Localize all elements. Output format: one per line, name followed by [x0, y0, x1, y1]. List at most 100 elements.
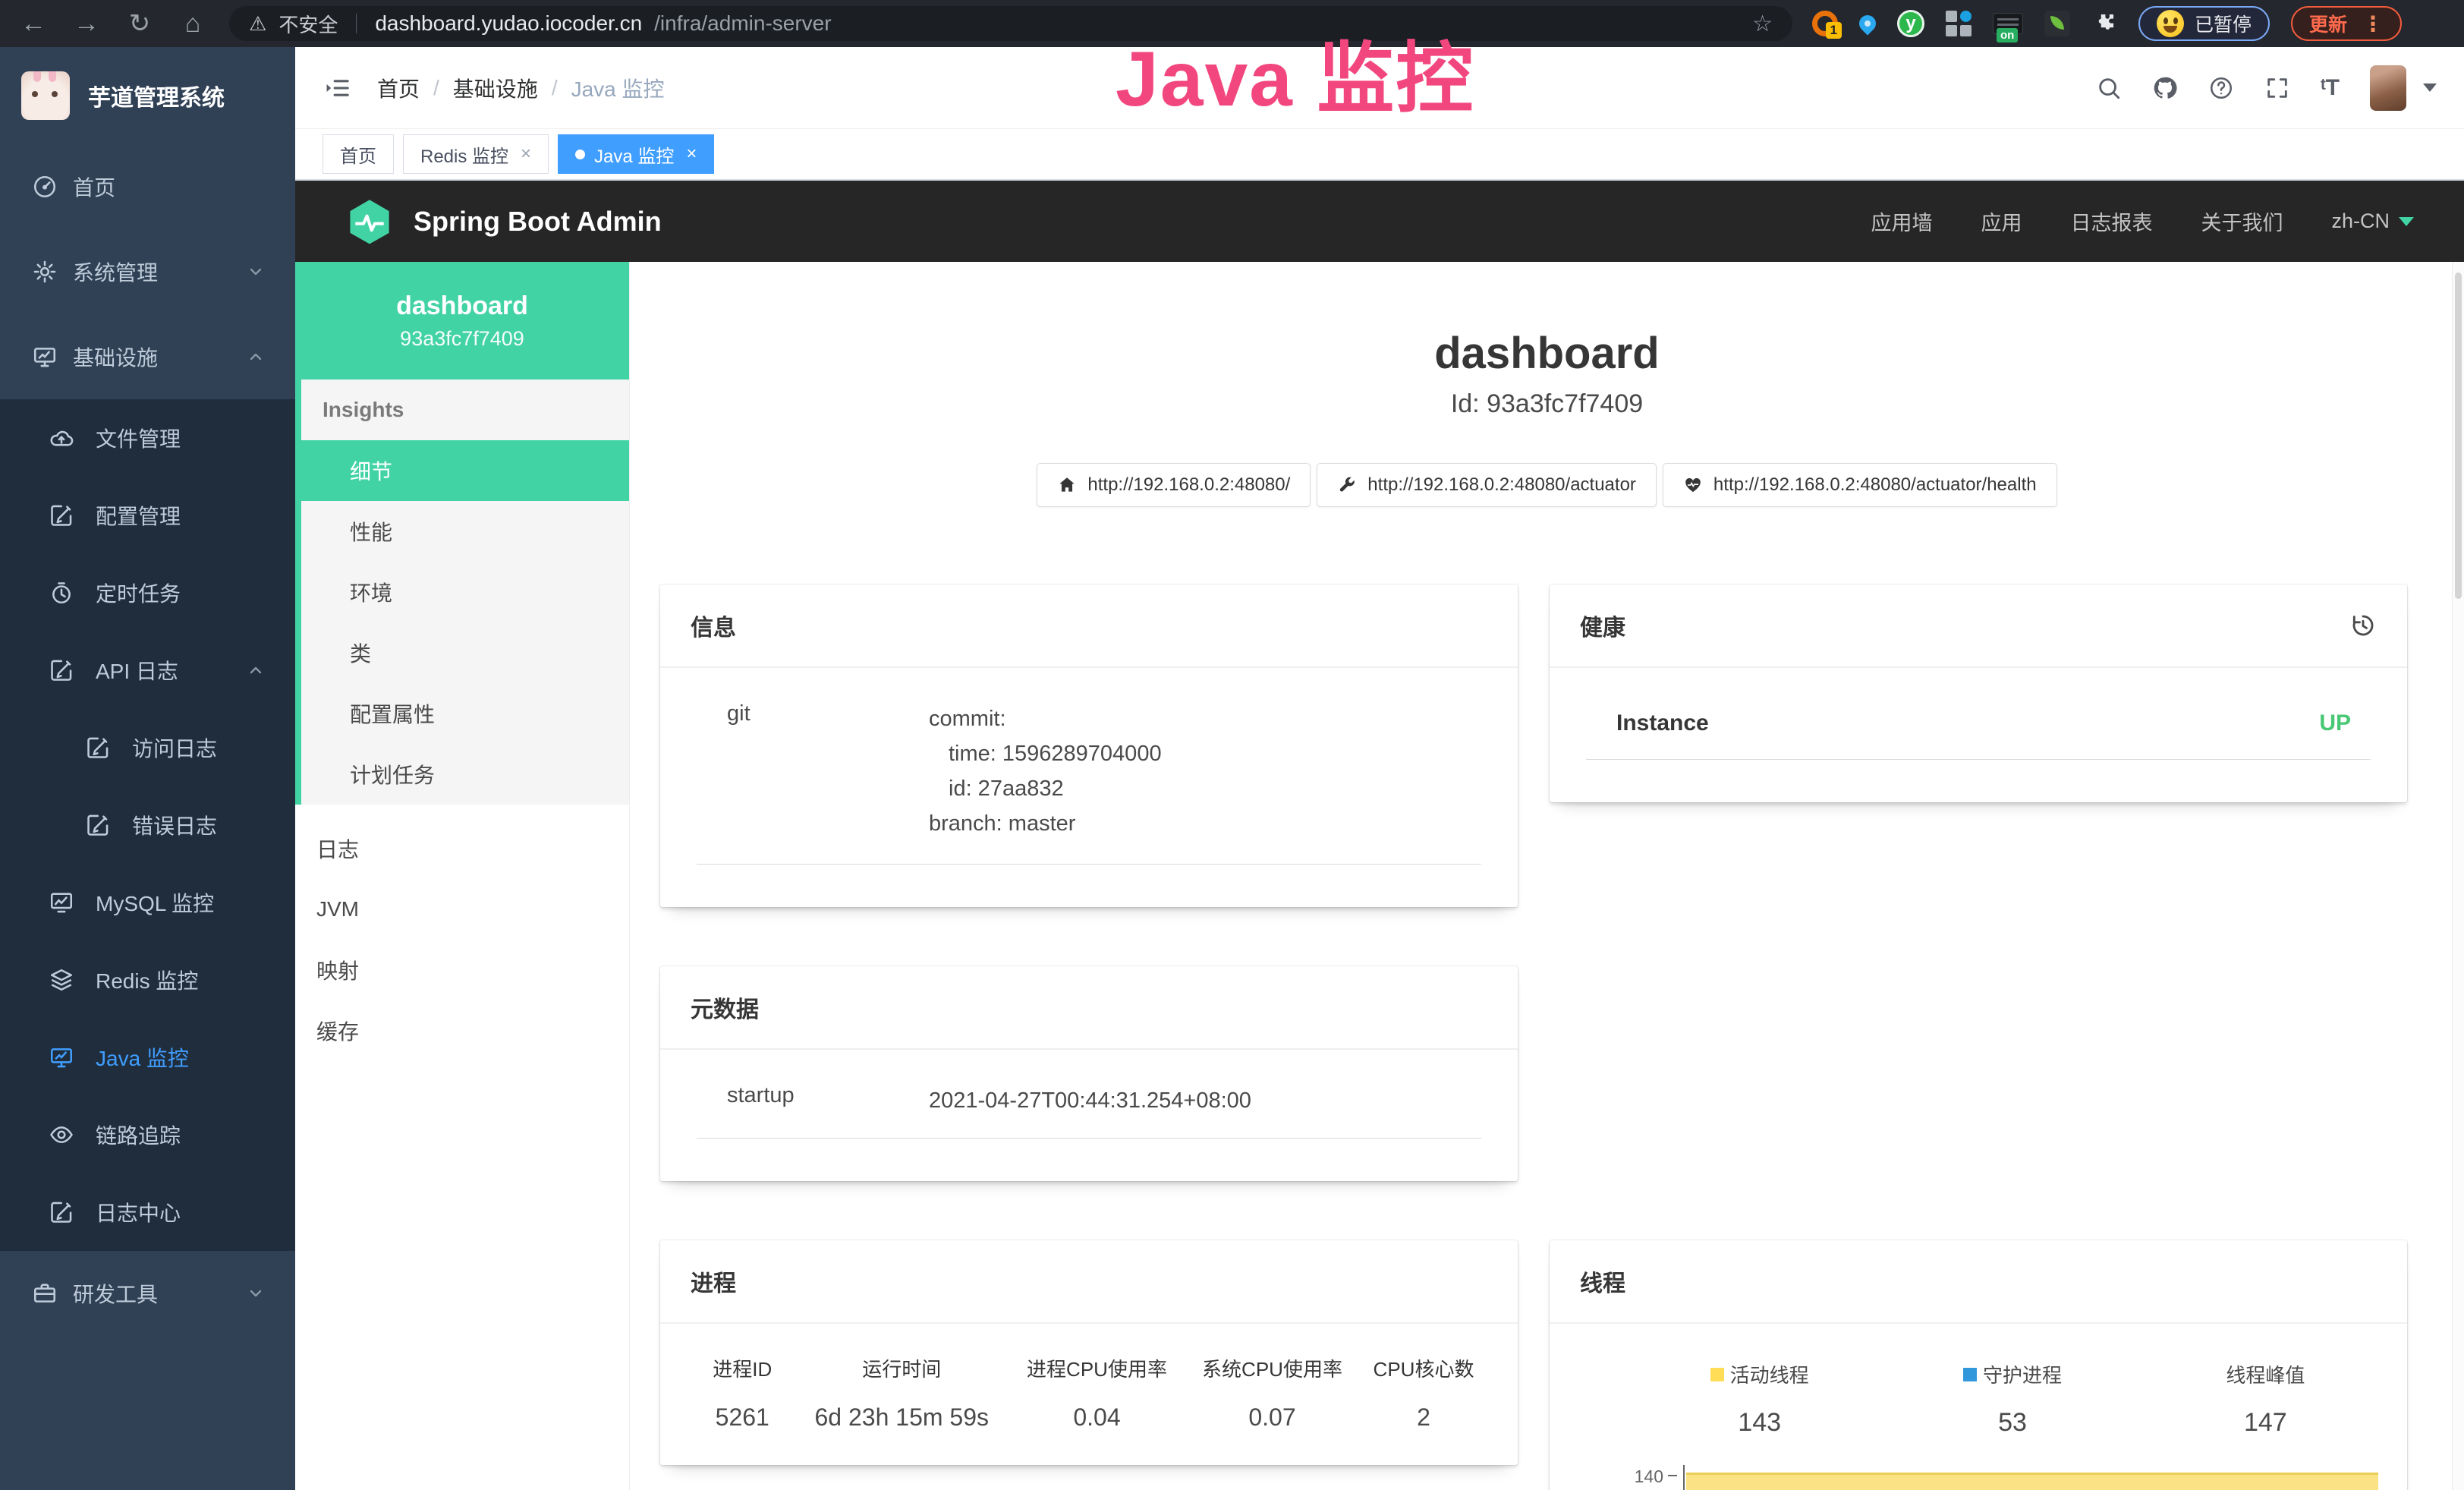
edit-icon [49, 502, 74, 528]
sba-instance-name: dashboard [396, 291, 528, 321]
legend-peak-value: 147 [2139, 1408, 2392, 1438]
hamburger-icon[interactable] [323, 75, 351, 101]
breadcrumb-home[interactable]: 首页 [377, 73, 420, 103]
tab-redis-monitor[interactable]: Redis 监控 × [403, 134, 549, 174]
address-bar[interactable]: ⚠ 不安全 dashboard.yudao.iocoder.cn /infra/… [229, 6, 1792, 41]
sidebar-item-config-mgmt[interactable]: 配置管理 [0, 477, 295, 554]
sba-nav-applications[interactable]: 应用 [1981, 206, 2022, 236]
sba-nav-journal[interactable]: 日志报表 [2070, 206, 2152, 236]
browser-home-icon[interactable]: ⌂ [176, 11, 209, 36]
sba-nav-about[interactable]: 关于我们 [2201, 206, 2283, 236]
extension-sprout-icon[interactable] [2044, 11, 2070, 36]
caret-down-icon[interactable] [2423, 83, 2437, 92]
sba-nav-wallboard[interactable]: 应用墙 [1871, 206, 1932, 236]
sba-item-logs[interactable]: 日志 [295, 818, 629, 879]
sba-content: dashboard Id: 93a3fc7f7409 http://192.16… [630, 262, 2464, 1490]
sidebar-item-tracing[interactable]: 链路追踪 [0, 1096, 295, 1173]
chevron-up-icon [247, 348, 265, 366]
sidebar-item-log-center[interactable]: 日志中心 [0, 1173, 295, 1251]
sidebar-item-java-monitor[interactable]: Java 监控 [0, 1019, 295, 1096]
instance-id-line: Id: 93a3fc7f7409 [630, 389, 2464, 419]
tab-java-monitor[interactable]: Java 监控 × [558, 134, 714, 174]
sidebar-item-home[interactable]: 首页 [0, 144, 295, 229]
close-icon[interactable]: × [686, 143, 697, 165]
bookmark-star-icon[interactable]: ☆ [1752, 11, 1773, 37]
profile-paused-chip[interactable]: 已暂停 [2138, 6, 2270, 41]
extensions-puzzle-icon[interactable] [2091, 11, 2117, 36]
sidebar-item-error-logs[interactable]: 错误日志 [0, 786, 295, 864]
sba-sidebar: dashboard 93a3fc7f7409 Insights 细节 性能 环境… [295, 262, 630, 1490]
sidebar-item-mysql-monitor[interactable]: MySQL 监控 [0, 864, 295, 941]
sba-item-mappings[interactable]: 映射 [295, 940, 629, 1000]
extension-grid-icon[interactable] [1946, 11, 1972, 36]
health-url-button[interactable]: http://192.168.0.2:48080/actuator/health [1663, 463, 2057, 507]
font-size-icon[interactable]: ᵗT [2321, 75, 2340, 101]
scrollbar[interactable] [2452, 262, 2464, 1490]
browser-back-icon[interactable]: ← [17, 11, 50, 36]
browser-update-button[interactable]: 更新 ⋮ [2291, 6, 2402, 41]
sba-item-classes[interactable]: 类 [301, 622, 629, 683]
fullscreen-icon[interactable] [2264, 75, 2290, 101]
tab-bar: 首页 Redis 监控 × Java 监控 × [295, 129, 2464, 181]
service-url-button[interactable]: http://192.168.0.2:48080/ [1037, 463, 1311, 507]
sba-item-details[interactable]: 细节 [301, 440, 629, 501]
sidebar-item-dev-tools[interactable]: 研发工具 [0, 1251, 295, 1336]
scrollbar-thumb[interactable] [2455, 272, 2462, 599]
layers-icon [49, 967, 74, 993]
sidebar-item-system-mgmt[interactable]: 系统管理 [0, 229, 295, 314]
browser-reload-icon[interactable]: ↻ [123, 11, 156, 36]
sba-item-scheduled-tasks[interactable]: 计划任务 [301, 744, 629, 805]
security-label: 不安全 [278, 10, 338, 38]
log-icon [85, 812, 111, 838]
sidebar-item-access-logs[interactable]: 访问日志 [0, 709, 295, 786]
metadata-card-title: 元数据 [691, 991, 759, 1024]
user-avatar[interactable] [2370, 65, 2406, 111]
extension-switch-icon[interactable]: on [1993, 13, 2023, 34]
history-icon[interactable] [2349, 612, 2377, 639]
help-icon[interactable] [2208, 75, 2234, 101]
extensions-area: 1 y on 已暂停 更新 ⋮ [1812, 6, 2402, 41]
sba-item-caches[interactable]: 缓存 [295, 1000, 629, 1061]
sba-brand[interactable]: Spring Boot Admin [345, 196, 662, 247]
sidebar-item-infrastructure[interactable]: 基础设施 [0, 314, 295, 399]
gear-icon [32, 259, 58, 285]
actuator-url-button[interactable]: http://192.168.0.2:48080/actuator [1317, 463, 1657, 507]
extension-pin-icon[interactable] [1855, 11, 1879, 35]
github-icon[interactable] [2152, 75, 2178, 101]
breadcrumb-infrastructure[interactable]: 基础设施 [453, 73, 538, 103]
sba-item-config-props[interactable]: 配置属性 [301, 683, 629, 744]
extension-y-icon[interactable]: y [1897, 10, 1924, 37]
sba-item-metrics[interactable]: 性能 [301, 501, 629, 562]
sba-item-environment[interactable]: 环境 [301, 562, 629, 622]
page-title: dashboard [630, 330, 2464, 377]
sidebar-item-api-logs[interactable]: API 日志 [0, 632, 295, 709]
legend-live-value: 143 [1633, 1408, 1886, 1438]
profile-avatar-icon [2157, 10, 2184, 37]
threads-card: 线程 活动线程 143 守护进程 53 [1550, 1240, 2407, 1490]
sidebar-item-file-mgmt[interactable]: 文件管理 [0, 399, 295, 477]
sba-logo-icon [345, 196, 394, 247]
sba-insights-section: Insights 细节 性能 环境 类 配置属性 计划任务 [295, 380, 629, 805]
tab-home[interactable]: 首页 [323, 134, 394, 174]
browser-toolbar: ← → ↻ ⌂ ⚠ 不安全 dashboard.yudao.iocoder.cn… [0, 0, 2464, 47]
java-monitor-icon [49, 1044, 74, 1070]
sba-instance-header[interactable]: dashboard 93a3fc7f7409 [295, 262, 629, 380]
breadcrumb: 首页 / 基础设施 / Java 监控 [377, 73, 665, 103]
endpoint-buttons: http://192.168.0.2:48080/ http://192.168… [630, 463, 2464, 507]
health-card-title: 健康 [1580, 609, 1625, 642]
sba-locale-select[interactable]: zh-CN [2331, 209, 2414, 233]
warning-icon: ⚠ [249, 12, 266, 36]
browser-menu-icon[interactable]: ⋮ [2362, 11, 2384, 36]
sidebar-item-redis-monitor[interactable]: Redis 监控 [0, 941, 295, 1019]
extension-on-label: on [1997, 28, 2018, 43]
cloud-upload-icon [49, 425, 74, 451]
extension-colorzilla-icon[interactable]: 1 [1812, 11, 1838, 36]
browser-forward-icon[interactable]: → [70, 11, 103, 36]
system-cpu: 0.07 [1185, 1403, 1360, 1432]
sidebar-item-scheduled-jobs[interactable]: 定时任务 [0, 554, 295, 632]
search-icon[interactable] [2096, 75, 2122, 101]
sba-item-jvm[interactable]: JVM [295, 879, 629, 940]
app-logo-row[interactable]: 芋道管理系统 [0, 47, 295, 144]
close-icon[interactable]: × [521, 143, 531, 165]
legend-live-label: 活动线程 [1730, 1360, 1809, 1388]
